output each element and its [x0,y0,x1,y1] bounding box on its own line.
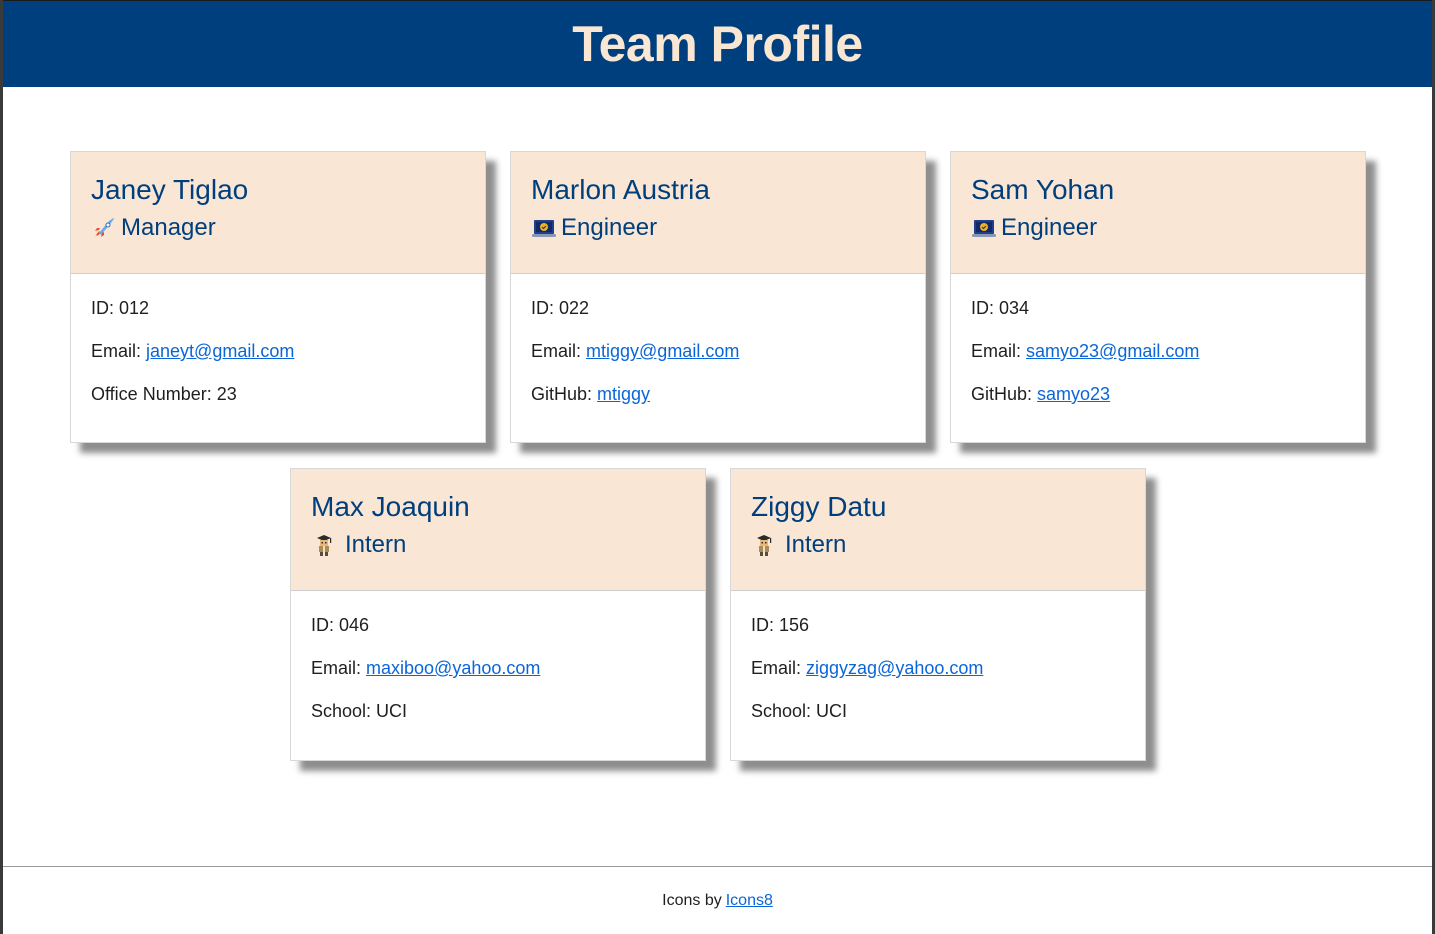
email-link[interactable]: maxiboo@yahoo.com [366,658,540,678]
email-row: Email: maxiboo@yahoo.com [311,658,541,678]
github-link[interactable]: samyo23 [1037,384,1110,404]
laptop-icon [531,215,557,241]
employee-role: Engineer [531,214,905,242]
employee-name: Sam Yohan [971,174,1115,205]
card-header: Marlon Austria Engineer [511,152,925,274]
school-row: School: UCI [751,701,848,721]
email-link[interactable]: samyo23@gmail.com [1026,341,1199,361]
page-footer: Icons by Icons8 [3,866,1432,934]
card-body: ID: 012 Email: janeyt@gmail.com Office N… [71,274,485,427]
role-label: Intern [785,531,847,558]
employee-role: Engineer [971,214,1345,242]
email-row: Email: samyo23@gmail.com [971,341,1200,361]
id-row: ID: 034 [971,298,1030,318]
email-link[interactable]: mtiggy@gmail.com [586,341,739,361]
footer-text: Icons by [662,891,722,909]
email-row: Email: mtiggy@gmail.com [531,341,740,361]
employee-card-engineer: Marlon Austria Engineer ID: 022 Email: m… [510,151,926,443]
employee-card-manager: Janey Tiglao Manager ID: 012 Email: jane… [70,151,486,443]
email-link[interactable]: janeyt@gmail.com [146,341,294,361]
card-header: Sam Yohan Engineer [951,152,1365,274]
page-title: Team Profile [572,16,863,72]
employee-card-intern: Ziggy Datu Intern ID: 156 Email: ziggyza… [730,468,1146,761]
card-body: ID: 046 Email: maxiboo@yahoo.com School:… [291,591,705,744]
employee-id: 012 [119,298,150,318]
card-body: ID: 034 Email: samyo23@gmail.com GitHub:… [951,274,1365,427]
email-link[interactable]: ziggyzag@yahoo.com [806,658,983,678]
graduate-icon [751,532,777,558]
rocket-icon [91,215,117,241]
employee-role: Intern [311,531,685,559]
office-row: Office Number: 23 [91,384,237,404]
card-header: Max Joaquin Intern [291,469,705,591]
id-row: ID: 156 [751,615,810,635]
graduate-icon [311,532,337,558]
card-body: ID: 156 Email: ziggyzag@yahoo.com School… [731,591,1145,744]
role-label: Manager [121,214,216,241]
id-row: ID: 022 [531,298,590,318]
employee-role: Intern [751,531,1125,559]
employee-name: Max Joaquin [311,491,470,522]
employee-name: Marlon Austria [531,174,710,205]
employee-card-intern: Max Joaquin Intern ID: 046 Email: maxibo… [290,468,706,761]
card-body: ID: 022 Email: mtiggy@gmail.com GitHub: … [511,274,925,427]
role-label: Intern [345,531,407,558]
email-row: Email: ziggyzag@yahoo.com [751,658,984,678]
icons8-link[interactable]: Icons8 [726,892,773,910]
github-row: GitHub: samyo23 [971,384,1111,404]
card-header: Janey Tiglao Manager [71,152,485,274]
page-header: Team Profile [3,0,1432,87]
employee-name: Janey Tiglao [91,174,249,205]
id-row: ID: 012 [91,298,150,318]
role-label: Engineer [1001,214,1098,241]
employee-id: 046 [339,615,370,635]
office-number: 23 [216,384,237,404]
employee-name: Ziggy Datu [751,491,887,522]
school-name: UCI [816,701,848,721]
email-row: Email: janeyt@gmail.com [91,341,295,361]
school-row: School: UCI [311,701,408,721]
github-row: GitHub: mtiggy [531,384,651,404]
employee-id: 034 [999,298,1030,318]
employee-id: 022 [559,298,590,318]
page: Team Profile Janey Tiglao Manager ID: 01… [3,0,1432,934]
card-header: Ziggy Datu Intern [731,469,1145,591]
employee-card-engineer: Sam Yohan Engineer ID: 034 Email: samyo2… [950,151,1366,443]
school-name: UCI [376,701,408,721]
role-label: Engineer [561,214,658,241]
employee-role: Manager [91,214,465,242]
github-link[interactable]: mtiggy [597,384,650,404]
employee-id: 156 [779,615,810,635]
laptop-icon [971,215,997,241]
id-row: ID: 046 [311,615,370,635]
